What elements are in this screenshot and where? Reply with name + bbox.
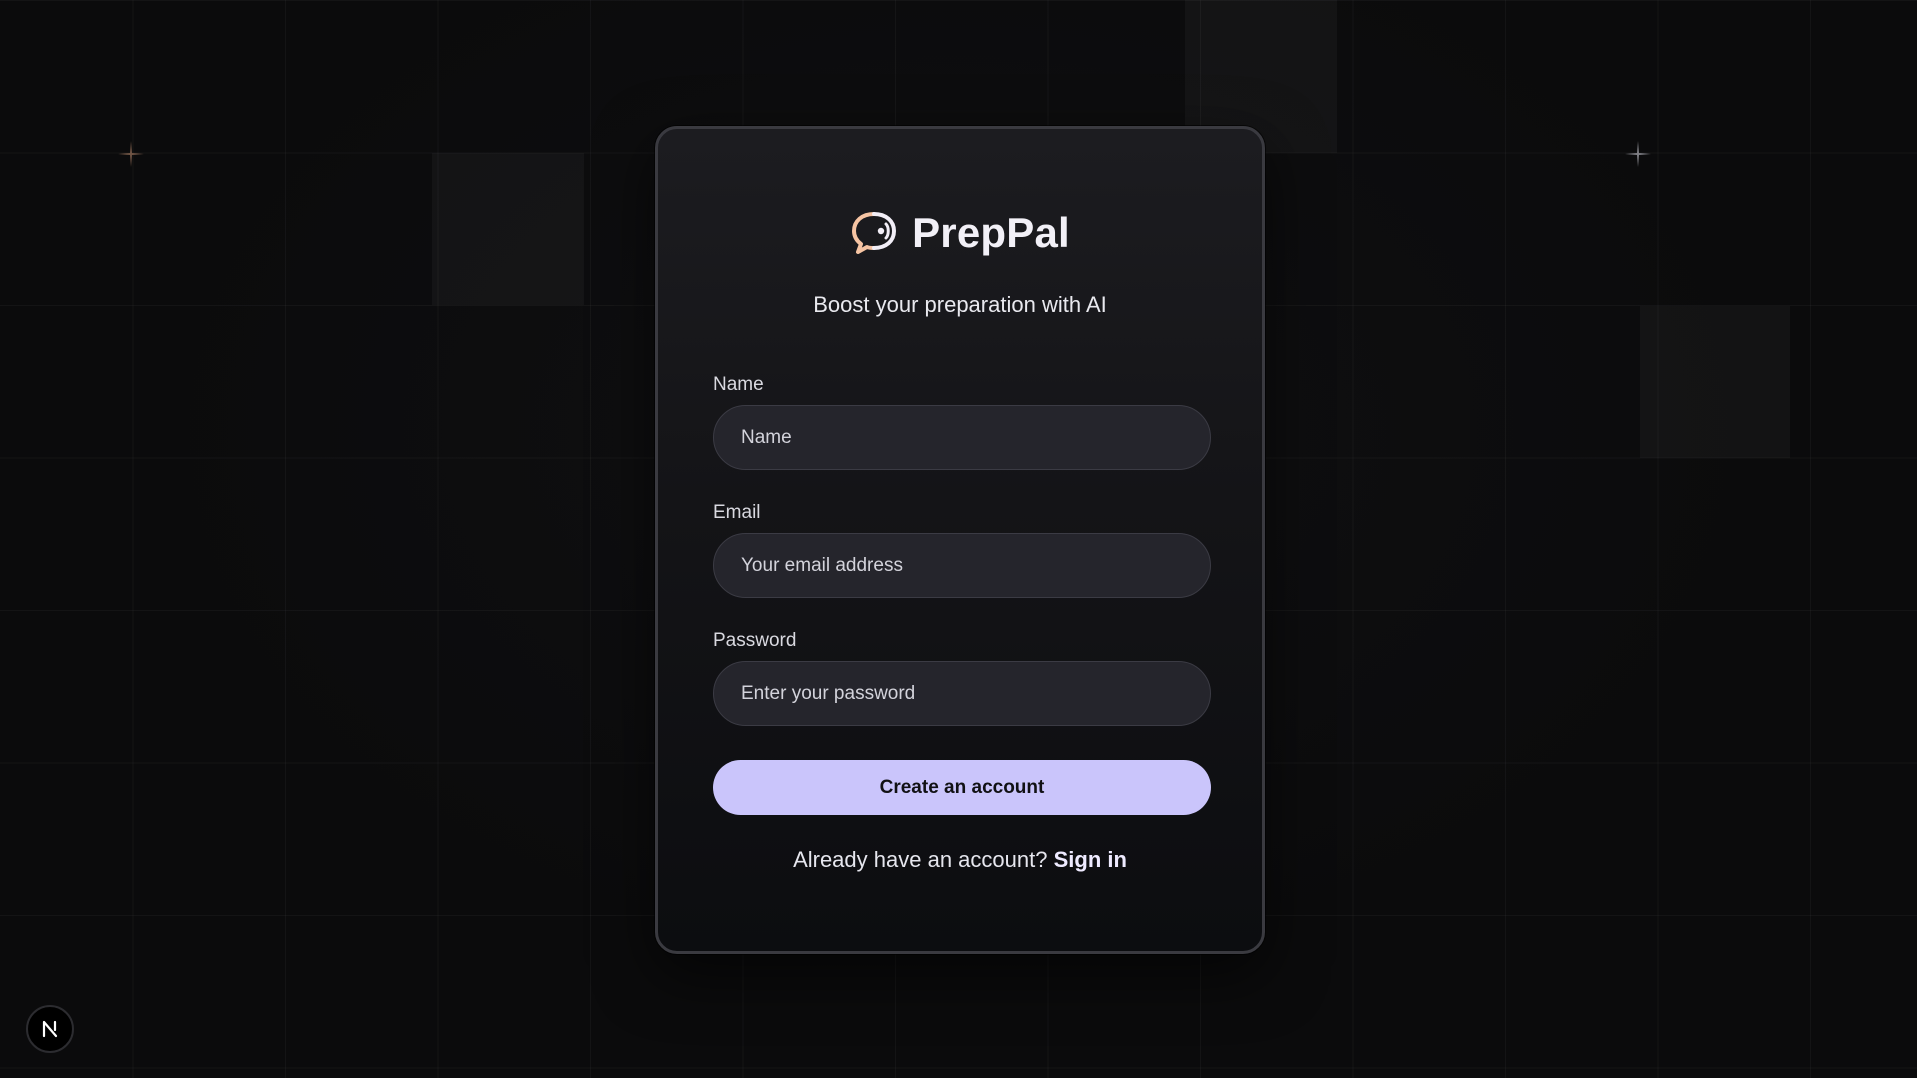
tagline: Boost your preparation with AI (813, 292, 1107, 317)
brand-name: PrepPal (912, 209, 1070, 256)
brand-header: PrepPal (658, 209, 1262, 257)
email-label: Email (713, 502, 761, 523)
signup-page: PrepPal Boost your preparation with AI N… (0, 0, 1917, 1078)
password-label: Password (713, 630, 797, 651)
signup-card: PrepPal Boost your preparation with AI N… (655, 126, 1265, 954)
signin-prompt-text: Already have an account? (793, 847, 1048, 872)
email-input[interactable] (713, 533, 1211, 598)
background-tile (1640, 306, 1790, 458)
signin-prompt-row: Already have an account? Sign in (658, 847, 1262, 873)
password-input[interactable] (713, 661, 1211, 726)
nextjs-n-icon (42, 1020, 58, 1038)
email-field-group: Email (713, 502, 1211, 598)
name-field-group: Name (713, 374, 1211, 470)
name-label: Name (713, 374, 764, 395)
password-field-group: Password (713, 630, 1211, 726)
name-input[interactable] (713, 405, 1211, 470)
nextjs-dev-badge[interactable] (26, 1005, 74, 1053)
sparkle-icon (1623, 139, 1653, 169)
background-tile (432, 153, 584, 305)
sparkle-icon (116, 139, 146, 169)
signin-link[interactable]: Sign in (1054, 847, 1127, 872)
chat-bubble-broadcast-icon (850, 210, 902, 256)
create-account-button[interactable]: Create an account (713, 760, 1211, 815)
